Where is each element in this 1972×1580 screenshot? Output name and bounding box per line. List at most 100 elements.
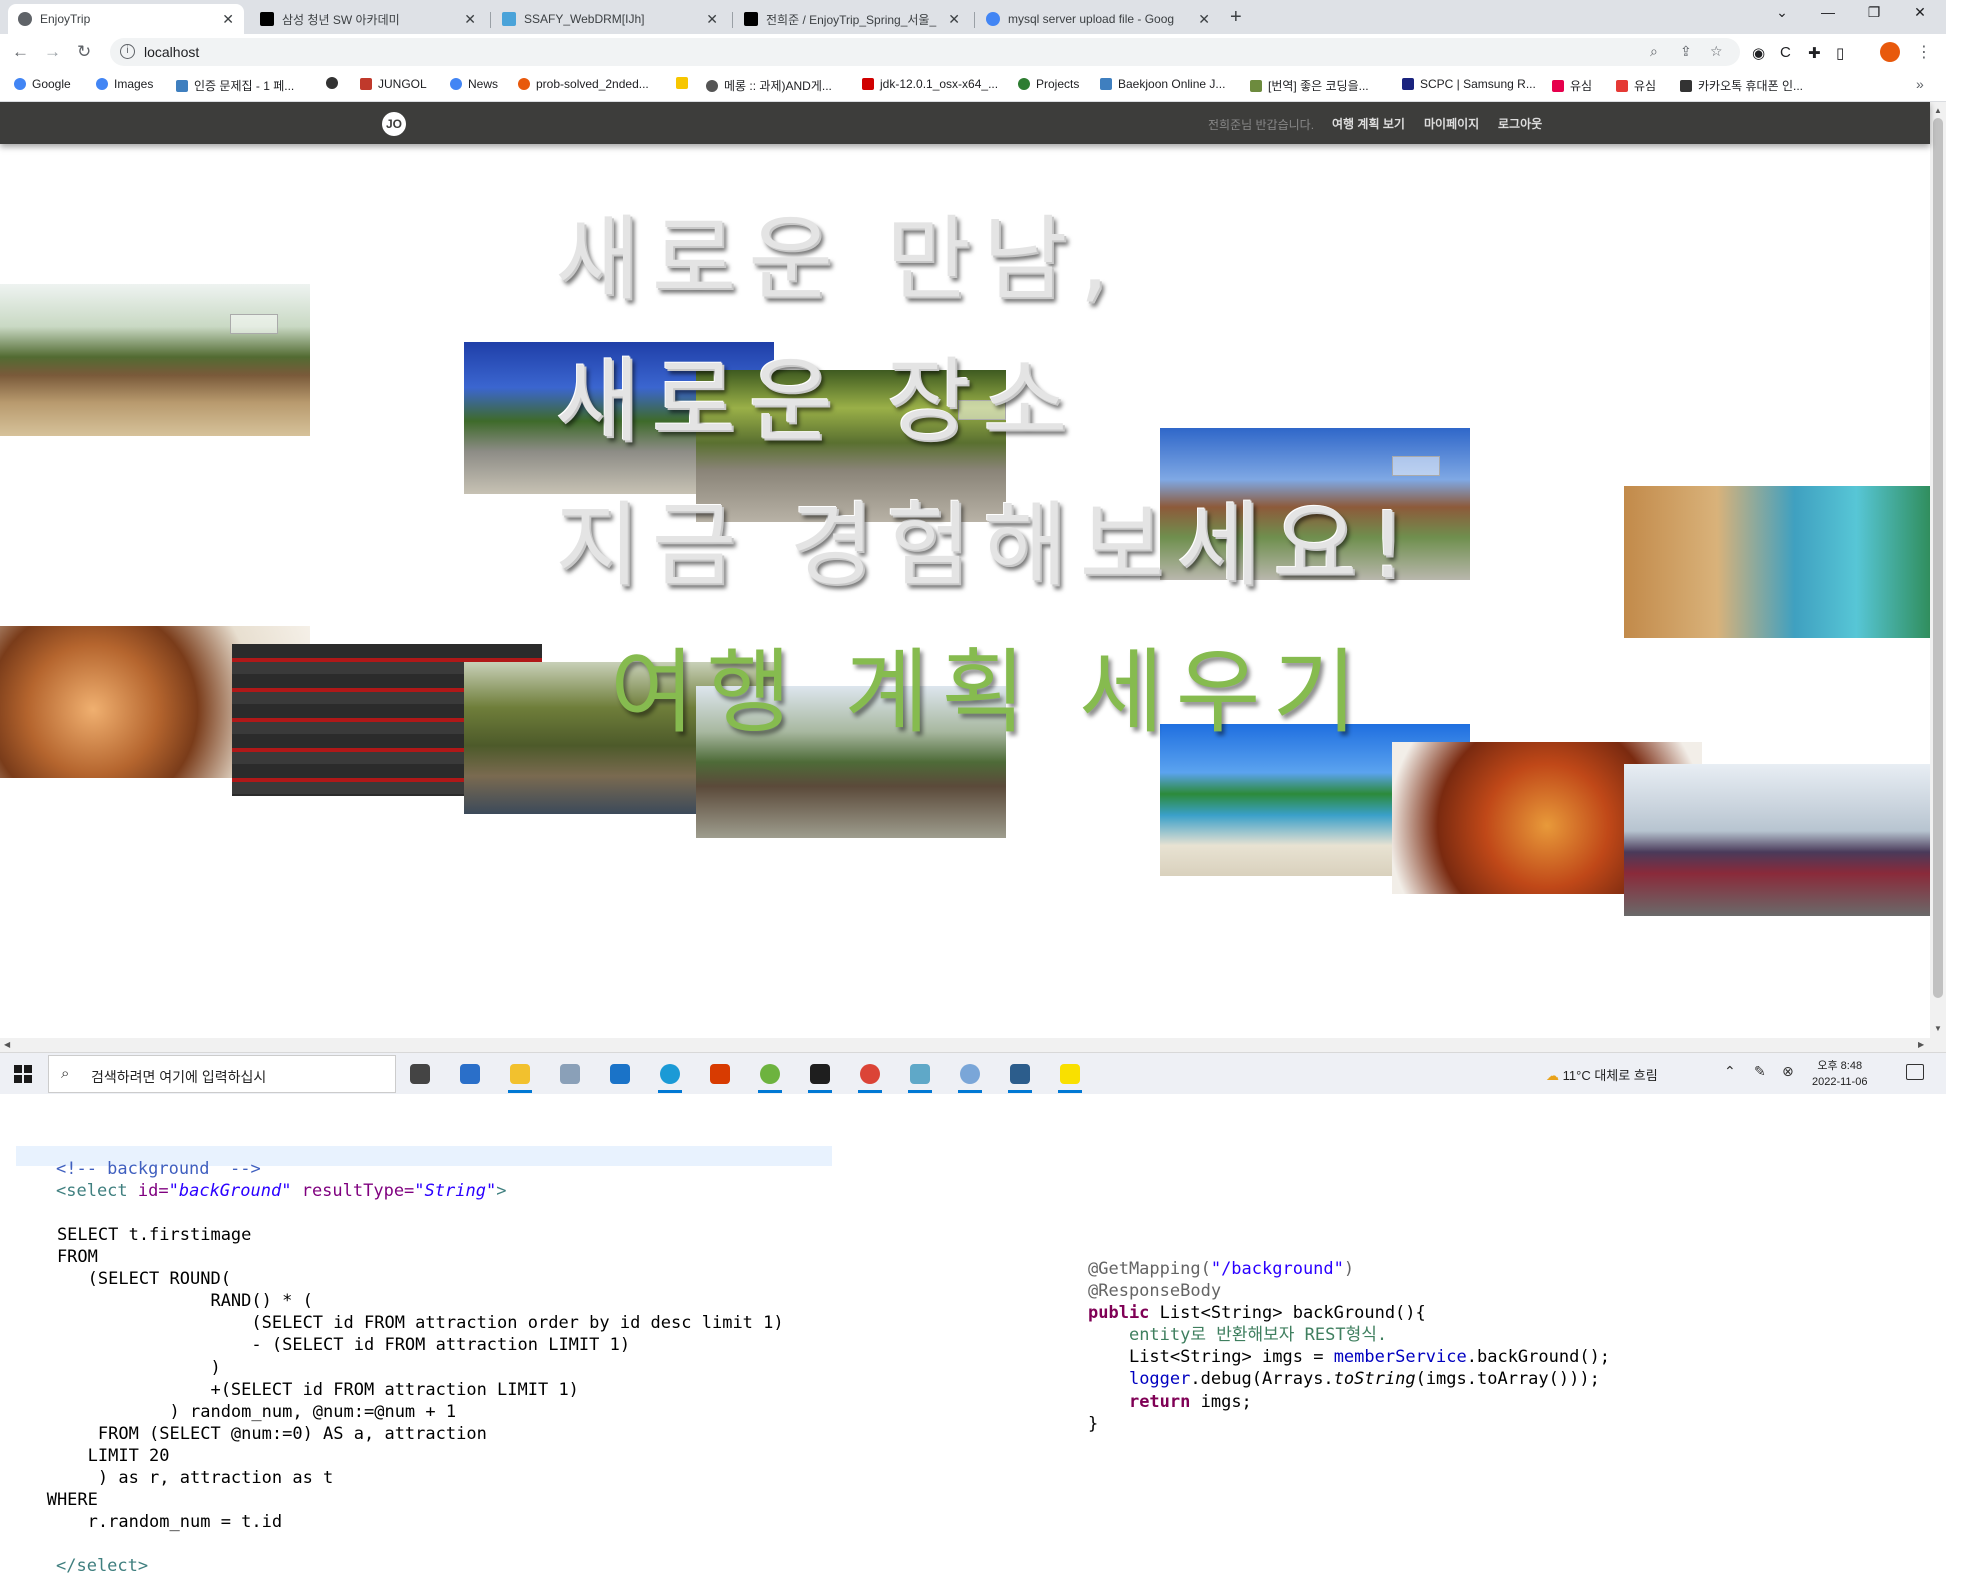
bookmark-item[interactable]: 유심 bbox=[1616, 77, 1656, 94]
close-icon[interactable]: ✕ bbox=[222, 11, 234, 28]
restore-icon[interactable]: ❐ bbox=[1852, 4, 1896, 21]
sql-line: ) random_num, @num:=@num + 1 bbox=[16, 1401, 457, 1422]
scroll-right-arrow-icon[interactable]: ▶ bbox=[1918, 1040, 1924, 1049]
site-logo[interactable]: JO bbox=[382, 112, 406, 136]
sql-attr-id: id= bbox=[137, 1181, 169, 1202]
file-explorer-icon[interactable] bbox=[504, 1058, 536, 1093]
app-glyph bbox=[460, 1064, 480, 1084]
bookmark-item[interactable]: prob-solved_2nded... bbox=[518, 77, 649, 91]
bookmark-item[interactable] bbox=[676, 77, 694, 89]
bookmark-item[interactable]: SCPC | Samsung R... bbox=[1402, 77, 1536, 91]
notion-icon bbox=[260, 12, 274, 26]
share-icon[interactable]: ⇪ bbox=[1680, 43, 1692, 60]
plan-trip-button[interactable]: 여행 계획 세우기 bbox=[610, 647, 1369, 739]
tab-enjoytrip[interactable]: EnjoyTrip ✕ bbox=[8, 4, 244, 34]
taskbar-search-input[interactable]: ⌕ 검색하려면 여기에 입력하십시 bbox=[48, 1055, 396, 1093]
nav-logout[interactable]: 로그아웃 bbox=[1498, 115, 1542, 132]
extension-vpn-icon[interactable]: ◉ bbox=[1752, 44, 1765, 62]
bookmark-item[interactable]: 유심 bbox=[1552, 77, 1592, 94]
scpc-icon bbox=[1402, 78, 1414, 90]
bookmark-item[interactable]: [번역] 좋은 코딩을... bbox=[1250, 77, 1369, 94]
sql-line: FROM (SELECT @num:=0) AS a, attraction bbox=[16, 1423, 487, 1444]
photos-icon[interactable] bbox=[554, 1058, 586, 1090]
close-icon[interactable]: ✕ bbox=[464, 11, 476, 28]
tab-ssafy-academy[interactable]: 삼성 청년 SW 아카데미 ✕ bbox=[250, 4, 486, 34]
screenshot-root: EnjoyTrip ✕ 삼성 청년 SW 아카데미 ✕ SSAFY_WebDRM… bbox=[0, 0, 1972, 1580]
bookmark-star-icon[interactable]: ☆ bbox=[1710, 43, 1723, 60]
minimize-icon[interactable]: — bbox=[1806, 4, 1850, 20]
extension-ci-icon[interactable]: C bbox=[1780, 44, 1791, 61]
notification-icon[interactable] bbox=[1906, 1064, 1924, 1080]
back-arrow-icon[interactable]: ← bbox=[12, 42, 29, 62]
bookmark-item[interactable]: Baekjoon Online J... bbox=[1100, 77, 1225, 91]
network-off-icon[interactable]: ⊗ bbox=[1782, 1063, 1794, 1080]
sql-line: WHERE bbox=[16, 1490, 98, 1511]
extensions-puzzle-icon[interactable]: ✚ bbox=[1808, 44, 1821, 62]
pen-icon[interactable]: ✎ bbox=[1754, 1063, 1766, 1080]
bookmark-item[interactable]: News bbox=[450, 77, 498, 91]
tab-google-search[interactable]: mysql server upload file - Goog ✕ bbox=[976, 4, 1220, 34]
close-icon[interactable]: ✕ bbox=[1198, 11, 1210, 28]
forward-arrow-icon[interactable]: → bbox=[44, 42, 61, 62]
mail-icon[interactable] bbox=[604, 1058, 636, 1090]
edge-icon[interactable] bbox=[654, 1058, 686, 1093]
java-line1-field: memberService bbox=[1333, 1347, 1467, 1368]
close-icon[interactable]: ✕ bbox=[706, 11, 718, 28]
page-vertical-scrollbar[interactable]: ▲ ▼ bbox=[1930, 102, 1946, 1038]
nav-mypage[interactable]: 마이페이지 bbox=[1424, 115, 1479, 132]
chrome-icon[interactable] bbox=[854, 1058, 886, 1093]
scrollbar-thumb[interactable] bbox=[1933, 118, 1943, 998]
new-tab-button[interactable]: + bbox=[1230, 6, 1242, 29]
bookmark-item[interactable]: JUNGOL bbox=[360, 77, 427, 91]
vscode-icon[interactable] bbox=[1004, 1058, 1036, 1093]
tab-webdrm[interactable]: SSAFY_WebDRM[IJh] ✕ bbox=[492, 4, 728, 34]
windows-start-icon[interactable] bbox=[14, 1065, 32, 1083]
spring-tool-icon[interactable] bbox=[754, 1058, 786, 1093]
side-panel-icon[interactable]: ▯ bbox=[1836, 44, 1844, 62]
scroll-left-arrow-icon[interactable]: ◀ bbox=[4, 1040, 10, 1049]
windows-taskbar: ⌕ 검색하려면 여기에 입력하십시 ☁ 11°C 대체로 흐림 ⌃ ✎ ⊗ 오후… bbox=[0, 1052, 1946, 1094]
scroll-down-arrow-icon[interactable]: ▼ bbox=[1934, 1024, 1942, 1033]
bookmark-item[interactable]: 메롱 :: 과제)AND게... bbox=[706, 77, 832, 94]
weather-widget[interactable]: ☁ 11°C 대체로 흐림 bbox=[1546, 1065, 1658, 1084]
bookmark-item[interactable]: 카카오톡 휴대폰 인... bbox=[1680, 77, 1803, 94]
bookmark-item[interactable]: Google bbox=[14, 77, 71, 91]
taskbar-clock[interactable]: 오후 8:48 2022-11-06 bbox=[1812, 1058, 1867, 1090]
app-glyph bbox=[510, 1064, 530, 1084]
java-method-signature: List<String> backGround(){ bbox=[1149, 1303, 1426, 1324]
scroll-up-arrow-icon[interactable]: ▲ bbox=[1934, 106, 1942, 115]
task-view-icon[interactable] bbox=[404, 1058, 436, 1090]
sql-line: ) as r, attraction as t bbox=[16, 1468, 334, 1489]
tab-search-icon[interactable]: ⌄ bbox=[1760, 4, 1804, 21]
paint-icon[interactable] bbox=[954, 1058, 986, 1093]
store-icon[interactable] bbox=[454, 1058, 486, 1090]
bookmark-item[interactable]: Projects bbox=[1018, 77, 1079, 91]
bookmark-item[interactable]: 인증 문제집 - 1 페... bbox=[176, 77, 294, 94]
window-close-icon[interactable]: ✕ bbox=[1898, 4, 1942, 21]
page-horizontal-scrollbar[interactable]: ◀ ▶ bbox=[0, 1038, 1946, 1052]
office-icon[interactable] bbox=[704, 1058, 736, 1090]
java-annotation-responsebody: @ResponseBody bbox=[1088, 1281, 1222, 1302]
bookmarks-overflow-icon[interactable]: » bbox=[1916, 76, 1924, 92]
kakaotalk-icon[interactable] bbox=[1054, 1058, 1086, 1093]
bookmark-item[interactable]: Images bbox=[96, 77, 153, 91]
terminal-icon[interactable] bbox=[804, 1058, 836, 1093]
notes-icon[interactable] bbox=[904, 1058, 936, 1093]
sql-line: ) bbox=[16, 1357, 221, 1378]
tab-notion-enjoytrip[interactable]: 전희준 / EnjoyTrip_Spring_서울_ ✕ bbox=[734, 4, 970, 34]
reload-icon[interactable]: ↻ bbox=[77, 42, 91, 62]
bookmark-item[interactable] bbox=[326, 77, 344, 89]
bookmark-item[interactable]: jdk-12.0.1_osx-x64_... bbox=[862, 77, 998, 91]
tray-chevron-icon[interactable]: ⌃ bbox=[1724, 1063, 1736, 1080]
bookmark-label: [번역] 좋은 코딩을... bbox=[1268, 79, 1369, 93]
zoom-icon[interactable]: ⌕ bbox=[1650, 43, 1658, 60]
profile-avatar[interactable] bbox=[1880, 42, 1900, 62]
browser-menu-icon[interactable]: ⋮ bbox=[1916, 42, 1932, 62]
site-info-icon[interactable]: i bbox=[120, 44, 135, 59]
sql-line: +(SELECT id FROM attraction LIMIT 1) bbox=[16, 1379, 579, 1400]
nav-view-plans[interactable]: 여행 계획 보기 bbox=[1332, 115, 1405, 132]
url-input[interactable]: i localhost ⌕ ⇪ ☆ bbox=[110, 38, 1740, 66]
close-icon[interactable]: ✕ bbox=[948, 11, 960, 28]
google-icon bbox=[14, 78, 26, 90]
projects-icon bbox=[1018, 78, 1030, 90]
